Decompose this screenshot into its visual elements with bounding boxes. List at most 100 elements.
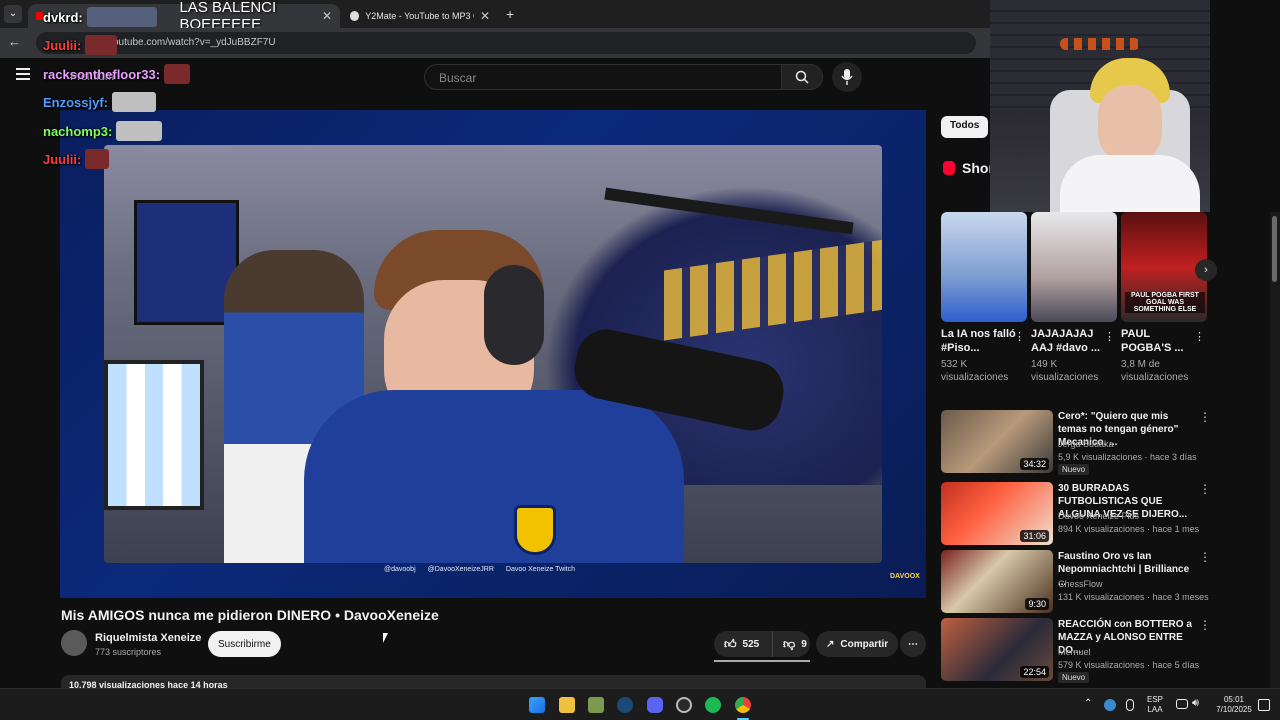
more-options-icon[interactable]: ⋮ [1199, 618, 1211, 632]
file-explorer-icon[interactable] [559, 697, 575, 713]
chat-username: Juulii: [43, 151, 82, 167]
share-icon: ↗ [826, 638, 835, 650]
recommended-video[interactable]: 9:30 Faustino Oro vs Ian Nepomniachtchi … [941, 550, 1211, 614]
video-logo-watermark: DAVOOX [890, 573, 920, 580]
search-input[interactable]: Buscar [424, 64, 782, 90]
chat-username: dvkrd: [43, 9, 83, 25]
close-tab-icon[interactable]: ✕ [480, 9, 490, 23]
page-scrollbar[interactable] [1270, 212, 1280, 688]
social-overlay-bar: @davoobj @DavooXeneizeJRR Davoo Xeneize … [384, 566, 575, 573]
short-menu-icon[interactable]: ⋮ [1104, 330, 1115, 343]
windows-start-icon[interactable] [529, 697, 545, 713]
dislike-count: 9 [801, 638, 807, 650]
more-options-icon[interactable]: ⋮ [1199, 410, 1211, 424]
dislike-button[interactable]: 👎︎ 9 [772, 631, 810, 657]
tray-app-icon[interactable] [1104, 699, 1116, 711]
share-button[interactable]: ↗ Compartir [816, 631, 899, 657]
subscribe-button[interactable]: Suscribirme [208, 631, 281, 657]
short-title[interactable]: La IA nos falló #Piso... [941, 327, 1017, 355]
clock[interactable]: 05:01 7/10/2025 [1212, 695, 1256, 715]
tab-y2mate[interactable]: Y2Mate - YouTube to MP3 Con ✕ [342, 4, 498, 28]
more-actions-button[interactable]: ⋯ [900, 631, 926, 657]
chat-message: nachomp3: [43, 121, 163, 141]
windows-taskbar: ⌃ ESP LAA 🔊︎ 05:01 7/10/2025 [0, 688, 1280, 720]
chat-emote [85, 35, 118, 55]
video-thumbnail[interactable]: 31:06 [941, 482, 1053, 545]
short-title[interactable]: PAUL POGBA'S ... [1121, 327, 1197, 355]
close-tab-icon[interactable]: ✕ [322, 9, 332, 23]
chat-emote [164, 64, 191, 84]
channel-name[interactable]: Riquelmista Xeneize [95, 632, 201, 644]
spotify-icon[interactable] [705, 697, 721, 713]
discord-icon[interactable] [647, 697, 663, 713]
halloween-decor [1060, 38, 1140, 50]
tab-title: Y2Mate - YouTube to MP3 Con [365, 11, 474, 21]
subscriber-count: 773 suscriptores [95, 647, 162, 657]
streamer-face [1098, 85, 1162, 163]
notifications-icon[interactable] [1258, 699, 1270, 711]
video-thumbnail[interactable]: 22:54 [941, 618, 1053, 681]
tab-search-button[interactable]: ⌄ [4, 5, 22, 23]
address-bar[interactable]: youtube.com/watch?v=_ydJuBBZF7U [36, 32, 976, 54]
thumbs-up-icon: 👍︎ [724, 636, 737, 651]
language-indicator[interactable]: ESP LAA [1147, 695, 1163, 715]
tray-chevron-icon[interactable]: ⌃ [1084, 698, 1092, 709]
voice-search-button[interactable] [832, 62, 862, 92]
video-thumbnail[interactable]: 9:30 [941, 550, 1053, 613]
steam-icon[interactable] [617, 697, 633, 713]
spreadsheet-app-icon[interactable] [588, 697, 604, 713]
more-options-icon[interactable]: ⋮ [1199, 550, 1211, 564]
new-badge: Nuevo [1058, 672, 1090, 683]
menu-icon[interactable] [16, 68, 30, 80]
search-button[interactable] [781, 64, 823, 90]
boca-crest [514, 505, 556, 555]
video-meta: 131 K visualizaciones · hace 3 meses [1058, 592, 1209, 602]
new-tab-button[interactable]: + [506, 6, 514, 22]
chat-username: nachomp3: [43, 123, 113, 139]
channel-avatar[interactable] [61, 630, 87, 656]
description-box[interactable]: 10.798 visualizaciones hace 14 horas [61, 675, 926, 688]
channel-name[interactable]: ChessFlow [1058, 579, 1103, 589]
chat-username: racksonthefloor33: [43, 66, 161, 82]
short-menu-icon[interactable]: ⋮ [1014, 330, 1025, 343]
channel-name[interactable]: Mernuel [1058, 647, 1091, 657]
search-icon [795, 70, 809, 84]
network-icon[interactable] [1176, 699, 1188, 709]
volume-icon[interactable]: 🔊︎ [1192, 697, 1199, 710]
like-button[interactable]: 👍︎ 525 [714, 631, 772, 657]
short-title[interactable]: JAJAJAJAJ AAJ #davo ... [1031, 327, 1107, 355]
short-thumbnail[interactable]: PAUL POGBA FIRST GOAL WAS SOMETHING ELSE [1121, 212, 1207, 322]
obs-icon[interactable] [676, 697, 692, 713]
video-frame [104, 145, 882, 563]
like-progress [714, 660, 810, 662]
chat-emote [85, 149, 110, 169]
short-thumbnail[interactable] [1031, 212, 1117, 322]
video-duration: 22:54 [1020, 666, 1049, 678]
chat-username: Enzossjyf: [43, 94, 109, 110]
back-arrow-icon[interactable]: ← [8, 34, 21, 49]
short-views: 3,8 M de visualizaciones [1121, 359, 1189, 383]
channel-name[interactable]: Jerga Sudaka [1058, 439, 1114, 449]
short-menu-icon[interactable]: ⋮ [1194, 330, 1205, 343]
more-options-icon[interactable]: ⋮ [1199, 482, 1211, 496]
channel-name[interactable]: Davoo Xeneize Plus [1058, 511, 1139, 521]
chrome-icon[interactable] [735, 697, 751, 713]
short-thumbnail[interactable] [941, 212, 1027, 322]
shorts-next-button[interactable]: › [1195, 259, 1217, 281]
video-thumbnail[interactable]: 34:32 [941, 410, 1053, 473]
chat-message: Enzossjyf: [43, 92, 157, 112]
recommended-video[interactable]: 31:06 30 BURRADAS FUTBOLISTICAS QUE ALGU… [941, 482, 1211, 546]
twitter-handle: @DavooXeneizeJRR [427, 566, 494, 573]
subscribe-label: Suscribirme [218, 638, 271, 650]
video-title: Mis AMIGOS nunca me pidieron DINERO • Da… [61, 607, 439, 623]
instagram-handle: @davoobj [384, 566, 416, 573]
microphone-tray-icon[interactable] [1126, 699, 1134, 711]
filter-chip-all[interactable]: Todos [941, 116, 989, 138]
keyboard-layout: LAA [1147, 705, 1163, 714]
share-label: Compartir [840, 638, 889, 650]
chat-message: racksonthefloor33: [43, 64, 191, 84]
recommended-video[interactable]: 34:32 Cero*: "Quiero que mis temas no te… [941, 410, 1211, 475]
mouse-cursor-icon [383, 633, 388, 643]
recommended-video[interactable]: 22:54 REACCIÓN con BOTTERO a MAZZA y ALO… [941, 618, 1211, 683]
framed-jersey-messi [104, 360, 204, 510]
